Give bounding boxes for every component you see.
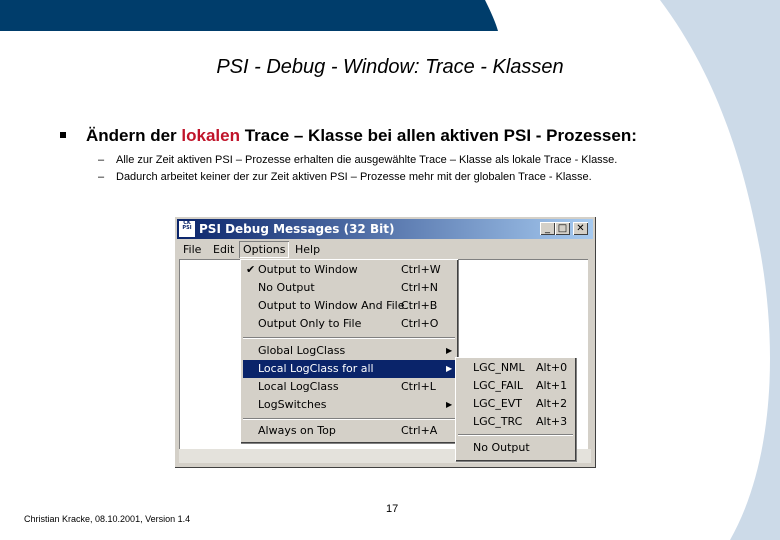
menu-item-label: Output to Window And File [258,299,405,312]
menu-item-shortcut: Ctrl+W [401,263,441,276]
app-icon: CK PSI [179,221,195,237]
menu-item-local-logclass-for-all[interactable]: Local LogClass for all ▶ [243,360,455,378]
options-menu: ✔ Output to Window Ctrl+W No Output Ctrl… [240,259,458,443]
menu-item-label: Always on Top [258,424,336,437]
menu-item-shortcut: Alt+3 [536,415,568,428]
menu-item-label: No Output [473,441,530,454]
menu-item-label: Output Only to File [258,317,362,330]
menu-edit[interactable]: Edit [209,241,238,258]
menu-item-shortcut: Alt+0 [536,361,568,374]
checkmark-icon: ✔ [246,263,256,276]
sub-bullet-text: Dadurch arbeitet keiner der zur Zeit akt… [116,171,592,183]
menu-file[interactable]: File [179,241,205,258]
page-number: 17 [386,503,399,515]
window-titlebar[interactable]: CK PSI PSI Debug Messages (32 Bit) _ □ ✕ [177,219,593,239]
submenu-item-lgc-nml[interactable]: LGC_NML Alt+0 [458,359,573,377]
sub-bullet-text: Alle zur Zeit aktiven PSI – Prozesse erh… [116,154,618,166]
main-bullet: Ändern der lokalen Trace – Klasse bei al… [86,126,637,146]
menu-item-label: LGC_EVT [473,397,523,410]
menu-item-label: Global LogClass [258,344,346,357]
menu-options[interactable]: Options [239,241,289,258]
menu-item-output-window-and-file[interactable]: Output to Window And File Ctrl+B [243,297,455,315]
menu-item-logswitches[interactable]: LogSwitches ▶ [243,396,455,414]
vertical-scrollbar[interactable] [588,259,591,449]
menu-item-always-on-top[interactable]: Always on Top Ctrl+A [243,422,455,440]
menu-item-output-to-window[interactable]: ✔ Output to Window Ctrl+W [243,261,455,279]
sub-bullet-dash: – [98,171,105,183]
menu-item-label: No Output [258,281,315,294]
menu-separator [243,418,455,420]
menu-item-shortcut: Ctrl+B [401,299,438,312]
menu-item-global-logclass[interactable]: Global LogClass ▶ [243,342,455,360]
menu-item-label: Local LogClass [258,380,339,393]
menu-item-shortcut: Ctrl+A [401,424,438,437]
submenu-arrow-icon: ▶ [446,346,453,355]
submenu-item-lgc-trc[interactable]: LGC_TRC Alt+3 [458,413,573,431]
slide-title: PSI - Debug - Window: Trace - Klassen [216,56,564,78]
menu-item-label: LGC_TRC [473,415,523,428]
sub-bullet-dash: – [98,154,105,166]
submenu-arrow-icon: ▶ [446,364,453,373]
menu-item-shortcut: Ctrl+O [401,317,439,330]
header-band [0,0,498,31]
close-button[interactable]: ✕ [573,222,588,235]
menu-item-label: LGC_NML [473,361,525,374]
menubar: File Edit Options Help [177,240,593,259]
menu-item-label: Output to Window [258,263,358,276]
footer-author: Christian Kracke, 08.10.2001, Version 1.… [24,514,191,524]
sub-bullet: – Dadurch arbeitet keiner der zur Zeit ak… [98,171,592,183]
submenu-arrow-icon: ▶ [446,400,453,409]
bullet-highlight: lokalen [181,126,240,145]
sub-bullet: – Alle zur Zeit aktiven PSI – Prozesse er… [98,154,617,166]
bullet-text-before: Ändern der [86,126,182,145]
menu-item-shortcut: Ctrl+L [401,380,436,393]
logclass-submenu: LGC_NML Alt+0 LGC_FAIL Alt+1 LGC_EVT Alt… [455,357,576,461]
menu-item-shortcut: Ctrl+N [401,281,439,294]
menu-item-local-logclass[interactable]: Local LogClass Ctrl+L [243,378,455,396]
window-title: PSI Debug Messages (32 Bit) [199,222,395,236]
bullet-marker [60,132,66,138]
bullet-text-after: Trace – Klasse bei allen aktiven PSI - P… [240,126,637,145]
submenu-item-lgc-evt[interactable]: LGC_EVT Alt+2 [458,395,573,413]
menu-item-no-output[interactable]: No Output Ctrl+N [243,279,455,297]
menu-item-shortcut: Alt+1 [536,379,568,392]
submenu-item-no-output[interactable]: No Output [458,439,573,457]
menu-item-shortcut: Alt+2 [536,397,568,410]
submenu-item-lgc-fail[interactable]: LGC_FAIL Alt+1 [458,377,573,395]
menu-item-label: LGC_FAIL [473,379,524,392]
menu-help[interactable]: Help [291,241,324,258]
minimize-button[interactable]: _ [540,222,555,235]
maximize-button[interactable]: □ [555,222,570,235]
menu-separator [243,337,455,339]
menu-separator [458,434,573,436]
menu-item-output-only-to-file[interactable]: Output Only to File Ctrl+O [243,315,455,333]
menu-item-label: Local LogClass for all [258,362,374,375]
menu-item-label: LogSwitches [258,398,327,411]
